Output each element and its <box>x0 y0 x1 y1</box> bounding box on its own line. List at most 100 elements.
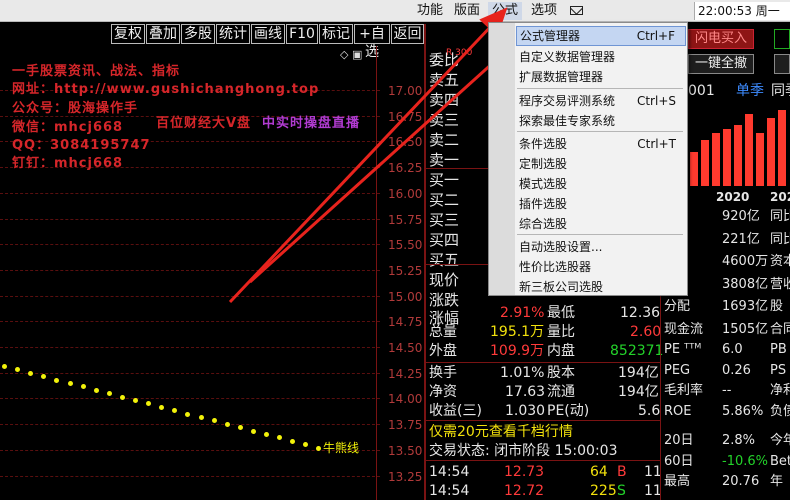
menu-item-9[interactable]: 插件选股 <box>516 194 686 214</box>
promo-link[interactable]: 仅需20元查看千档行情 <box>429 422 573 442</box>
right-fin_lines-tail: 资本 <box>770 254 790 269</box>
menu-item-13[interactable]: 新三板公司选股 <box>516 277 686 297</box>
menu-item-1[interactable]: 公式管理器 Ctrl+F <box>516 26 686 46</box>
menu-item-10[interactable]: 综合选股 <box>516 214 686 234</box>
menu-item-label: 模式选股 <box>519 177 568 191</box>
bear-bull-dot <box>133 398 138 403</box>
stats-button[interactable]: 统计 <box>216 24 250 44</box>
right-ind_lines-tail: PB <box>770 342 787 357</box>
mark-button[interactable]: 标记 <box>319 24 353 44</box>
right-small-button[interactable] <box>774 54 790 74</box>
menu-item-shortcut: Ctrl+S <box>636 94 676 108</box>
eps-value: 1.030 <box>505 403 546 419</box>
menu-item-shortcut: Ctrl+F <box>636 29 675 43</box>
gridline <box>0 475 380 477</box>
earnings-bar <box>723 129 731 186</box>
tick-price: 12.72 <box>504 483 545 499</box>
order-book-row-label: 买二 <box>429 191 460 209</box>
right-ind_lines-label: PEG <box>664 362 691 378</box>
chart-control-icons[interactable]: ◇ ▣ <box>340 48 362 61</box>
right-fin_lines-tail: 合同 <box>770 321 790 337</box>
promo-text-1: 百位财经大V盘 <box>156 116 252 131</box>
menu-layout[interactable]: 版面 <box>450 2 484 20</box>
order-book-row-label: 委比 <box>429 51 460 69</box>
earnings-bar <box>701 140 709 186</box>
flash-buy-button[interactable]: 闪电买入 <box>688 29 754 49</box>
bear-bull-dot <box>41 374 47 380</box>
gridline <box>0 218 380 220</box>
menu-item-3[interactable]: 扩展数据管理器 <box>516 67 686 87</box>
fuquan-button[interactable]: 复权 <box>111 24 145 44</box>
earnings-bar <box>756 132 764 186</box>
right-fin_lines-value: 3808亿 <box>722 276 769 292</box>
cancel-all-button[interactable]: 一键全撤 <box>688 54 754 74</box>
menu-formula[interactable]: 公式 <box>488 2 523 20</box>
volume-ratio-value: 2.60 <box>630 324 662 340</box>
menu-options[interactable]: 选项 <box>527 2 561 20</box>
menu-item-label: 条件选股 <box>519 137 568 151</box>
earnings-bar <box>745 113 753 186</box>
add-favorite-button[interactable]: +自选 <box>354 24 390 60</box>
menu-item-12[interactable]: 性价比选股器 <box>516 257 686 277</box>
gridline <box>0 347 380 348</box>
menu-item-8[interactable]: 模式选股 <box>516 174 686 194</box>
gridline <box>0 295 380 297</box>
order-book-row-label: 卖四 <box>429 91 460 109</box>
earnings-bar <box>690 151 698 186</box>
season-tab[interactable]: 单季 <box>736 81 764 101</box>
menu-item-label: 扩展数据管理器 <box>519 70 604 84</box>
price-tick-label: 14.00 <box>388 392 423 407</box>
ad-text-line: QQ：3084195747 <box>12 138 151 153</box>
yoy-tab[interactable]: 同季 <box>771 81 790 101</box>
back-button[interactable]: 返回 <box>391 24 424 44</box>
draw-line-button[interactable]: 画线 <box>251 24 285 44</box>
price-tick-label: 14.75 <box>388 315 423 330</box>
flash-sell-button[interactable] <box>774 29 790 49</box>
tick-time: 14:54 <box>429 464 470 480</box>
eps-label: 收益(三) <box>429 403 482 419</box>
menu-item-label: 新三板公司选股 <box>519 280 604 294</box>
price-chart[interactable]: ◇ ▣ 17.00 16.75 16.50 16.25 16.00 15.75 15.50 1… <box>0 46 426 500</box>
price-tick-label: 13.25 <box>388 469 423 484</box>
menu-item-label: 插件选股 <box>519 197 568 211</box>
right-fin_lines-tail: 同比 <box>770 209 790 224</box>
order-book-row-label: 卖五 <box>429 71 460 89</box>
price-axis-line <box>376 46 377 500</box>
turnover-label: 换手 <box>429 365 457 381</box>
menu-item-label: 公式管理器 <box>520 29 581 43</box>
right-ind_lines-tail: PS <box>770 362 787 378</box>
volume-label: 总量 <box>429 324 457 340</box>
multi-stock-button[interactable]: 多股 <box>181 24 215 44</box>
menu-item-label: 自定义数据管理器 <box>519 50 616 64</box>
price-tick-label: 16.25 <box>388 161 423 176</box>
bear-bull-dot <box>80 384 86 390</box>
overlay-button[interactable]: 叠加 <box>146 24 180 44</box>
menu-item-11[interactable]: 自动选股设置... <box>516 237 686 257</box>
bear-bull-dot <box>106 391 112 397</box>
menu-item-6[interactable]: 条件选股 Ctrl+T <box>516 134 686 154</box>
menu-function[interactable]: 功能 <box>413 2 447 20</box>
bear-bull-dot <box>250 428 256 434</box>
price-tick-label: 15.25 <box>388 263 423 278</box>
right-fin_lines-tail: 股 <box>770 299 784 314</box>
menu-item-7[interactable]: 定制选股 <box>516 154 686 174</box>
bear-bull-dot <box>237 425 243 431</box>
menu-item-4[interactable]: 程序交易评测系统 Ctrl+S <box>516 91 686 111</box>
menu-item-5[interactable]: 探索最佳专家系统 <box>516 111 686 131</box>
price-tick-label: 14.50 <box>388 341 423 355</box>
order-book-row-label: 涨跌 <box>429 291 460 309</box>
right-ind_lines-label: 毛利率 <box>664 383 704 398</box>
bear-bull-dot <box>277 435 283 441</box>
low-label: 最低 <box>547 305 575 321</box>
gridline <box>0 424 380 426</box>
volume-value: 195.1万 <box>490 324 545 340</box>
f10-button[interactable]: F10 <box>286 24 318 44</box>
right-perf_lines-tail: Beta <box>770 453 790 469</box>
mail-icon[interactable] <box>570 6 583 15</box>
menu-item-2[interactable]: 自定义数据管理器 <box>516 47 686 67</box>
menu-separator <box>517 88 683 89</box>
outer-volume-label: 外盘 <box>429 343 457 359</box>
bear-bull-dot <box>290 438 296 444</box>
right-ind_lines-label: ROE <box>664 403 692 419</box>
right-ind_lines-value: 6.0 <box>722 342 743 357</box>
